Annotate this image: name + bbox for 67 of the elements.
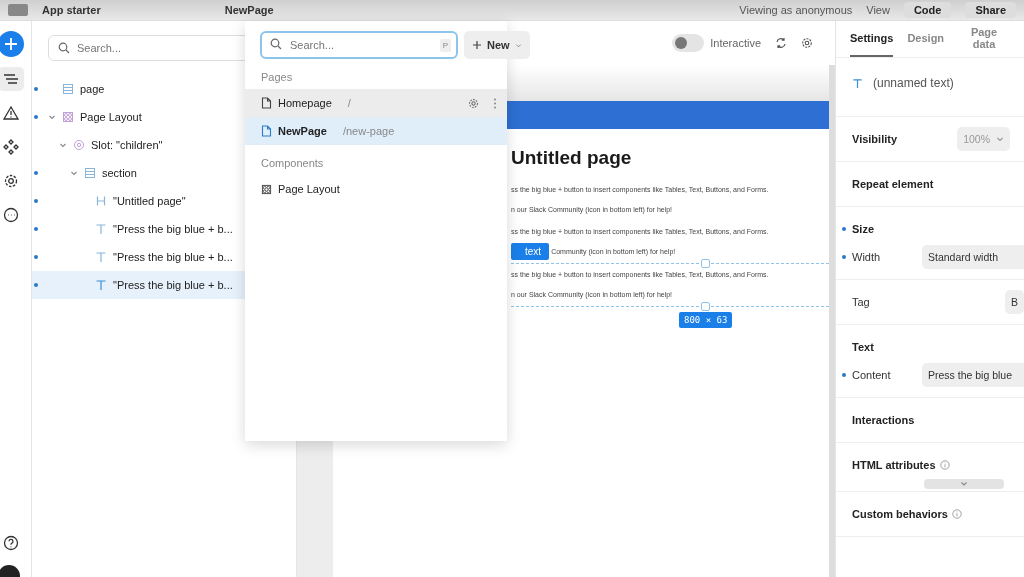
size-label: 800 × 63 (679, 312, 733, 328)
select-field[interactable]: B (1005, 290, 1024, 314)
section-heading: HTML attributes (852, 459, 936, 471)
resize-handle[interactable] (701, 259, 710, 268)
menu-item[interactable]: Page Layout (245, 175, 507, 203)
share-button[interactable]: Share (965, 2, 1016, 18)
search-icon (270, 38, 282, 50)
section-heading: Repeat element (852, 178, 934, 190)
field-label: Width (852, 251, 882, 263)
text-icon (95, 223, 107, 235)
text-icon (95, 279, 107, 291)
section-title: Pages (260, 70, 294, 85)
section-title: Components (260, 156, 325, 171)
chevron-icon[interactable] (70, 169, 78, 177)
page-path: /new-page (342, 125, 395, 137)
section-heading: Text (852, 341, 874, 353)
section-icon (84, 167, 96, 179)
field-label: Tag (852, 296, 871, 308)
view-menu[interactable]: View (866, 4, 890, 16)
field-label: Content (852, 369, 892, 381)
page-icon (261, 97, 272, 109)
tree-item[interactable]: "Press the big blue + b... (32, 215, 296, 243)
section-heading: Interactions (852, 414, 915, 426)
slot-icon (73, 139, 85, 151)
heading-icon (95, 195, 107, 207)
app-name[interactable]: App starter (42, 4, 101, 16)
viewing-as-selector[interactable]: Viewing as anonymous (739, 4, 853, 16)
interactive-toggle[interactable] (672, 34, 705, 52)
refresh-icon[interactable] (775, 37, 787, 49)
field-label: Visibility (852, 133, 898, 145)
section-heading: Size (852, 223, 874, 235)
page-icon (261, 125, 272, 137)
inspector-tab[interactable]: Settings (850, 21, 894, 57)
section-icon (62, 83, 74, 95)
caret-icon (514, 41, 522, 49)
input-field[interactable]: Press the big blue (922, 363, 1024, 387)
new-button[interactable]: New (464, 31, 530, 59)
layers-icon[interactable] (0, 67, 24, 91)
text-icon (852, 77, 863, 89)
page-heading: Untitled page (511, 147, 633, 169)
text-icon (95, 251, 107, 263)
section-heading: Custom behaviors (852, 508, 948, 520)
resize-handle[interactable] (701, 302, 710, 311)
tree-item[interactable]: "Press the big blue + b... (32, 243, 296, 271)
input-field[interactable]: Standard width (922, 245, 1024, 269)
info-icon (939, 460, 950, 470)
info-icon (951, 509, 962, 519)
code-button[interactable]: Code (903, 2, 952, 18)
chevron-icon (996, 135, 1004, 143)
element-tag: text (511, 242, 550, 260)
chevron-icon[interactable] (59, 141, 67, 149)
element-name: (unnamed text) (873, 76, 954, 90)
plus-icon (472, 40, 482, 50)
chevron-icon[interactable] (48, 113, 56, 121)
plus-icon (3, 37, 18, 51)
component-icon (62, 111, 74, 123)
chevron-icon (960, 481, 968, 487)
settings-icon[interactable] (801, 37, 813, 49)
page-selector[interactable]: NewPage (224, 4, 274, 16)
inspector-tab[interactable]: Page data (958, 21, 1010, 57)
search-icon (58, 42, 70, 54)
inspector-tab[interactable]: Design (907, 21, 945, 57)
interactive-label: Interactive (710, 37, 761, 49)
add-button[interactable] (0, 31, 24, 57)
menu-item[interactable]: NewPage /new-page (245, 117, 507, 145)
component-icon (261, 183, 272, 195)
page-path: / (347, 97, 351, 109)
